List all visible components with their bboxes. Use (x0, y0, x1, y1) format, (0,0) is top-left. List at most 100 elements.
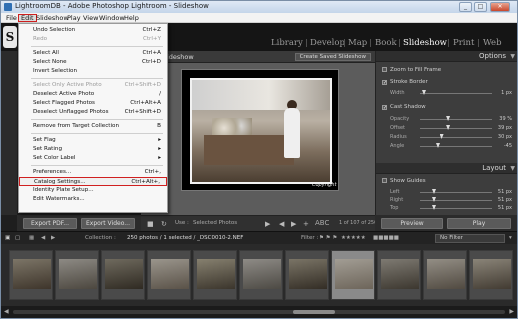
filmstrip-thumbnail[interactable] (377, 250, 421, 300)
collapse-triangle-icon[interactable]: ▼ (510, 165, 515, 172)
back-arrow-icon[interactable]: ◀ (41, 235, 45, 241)
guide-left-slider[interactable]: Left 51 px (390, 189, 512, 196)
filmstrip-thumbnail[interactable] (147, 250, 191, 300)
menu-item-catalog-settings[interactable]: Catalog Settings... Ctrl+Alt+, (19, 177, 167, 186)
maximize-button[interactable]: □ (474, 2, 487, 12)
slider-track[interactable] (420, 208, 492, 209)
shadow-offset-slider[interactable]: Offset 39 px (390, 125, 512, 132)
menu-file[interactable]: File (4, 14, 19, 22)
filter-stars-icon[interactable]: ★★★★★ (341, 235, 366, 241)
next-icon[interactable]: ▶ (291, 220, 296, 228)
slider-track[interactable] (420, 200, 492, 201)
slider-value[interactable]: 51 px (498, 205, 512, 211)
left-button-bar: Export PDF... Export Video... (17, 215, 141, 231)
menu-item-preferences[interactable]: Preferences... Ctrl+, (19, 168, 167, 177)
filter-flags-icon[interactable]: ⚑ ⚑ ⚑ (319, 235, 337, 241)
slider-track[interactable] (420, 128, 492, 129)
menu-item-select-none[interactable]: Select None Ctrl+D (19, 58, 167, 67)
filmstrip-thumbnail[interactable] (55, 250, 99, 300)
zoom-to-fill-checkbox[interactable]: Zoom to Fill Frame (382, 67, 441, 73)
menu-item-invert-selection[interactable]: Invert Selection (19, 67, 167, 76)
menu-item-set-color-label[interactable]: Set Color Label ▸ (19, 154, 167, 163)
minimize-button[interactable]: _ (459, 2, 472, 12)
previous-icon[interactable]: ◀ (279, 220, 284, 228)
slider-track[interactable] (420, 192, 492, 193)
module-map[interactable]: Map (348, 38, 367, 48)
collapse-triangle-icon[interactable]: ▼ (510, 53, 515, 60)
secondary-display-icon[interactable]: ▢ (15, 235, 20, 241)
lightroom-app-icon (4, 3, 12, 11)
play-icon[interactable]: ▶ (265, 220, 270, 228)
filmstrip-thumbnail[interactable] (9, 250, 53, 300)
module-slideshow[interactable]: Slideshow (403, 38, 447, 48)
use-selected-photos[interactable]: Selected Photos (193, 220, 237, 226)
abc-text-overlay-button[interactable]: ABC (315, 219, 329, 227)
menu-item-deselect-active-photo[interactable]: Deselect Active Photo / (19, 90, 167, 99)
options-panel-header[interactable]: Options ▼ (376, 51, 517, 62)
module-print[interactable]: Print (453, 38, 474, 48)
menu-item-undo-selection[interactable]: Undo Selection Ctrl+Z (19, 26, 167, 35)
forward-arrow-icon[interactable]: ▶ (51, 235, 55, 241)
menu-item-select-only-active-photo[interactable]: Select Only Active Photo Ctrl+Shift+D (19, 81, 167, 90)
guide-top-slider[interactable]: Top 51 px (390, 205, 512, 212)
filter-select[interactable]: No Filter (435, 234, 505, 243)
menu-item-redo[interactable]: Redo Ctrl+Y (19, 35, 167, 44)
menu-item-deselect-unflagged-photos[interactable]: Deselect Unflagged Photos Ctrl+Shift+D (19, 108, 167, 117)
play-button[interactable]: Play (447, 218, 511, 229)
slider-value[interactable]: 51 px (498, 197, 512, 203)
shadow-angle-slider[interactable]: Angle -45 (390, 143, 512, 150)
slider-value[interactable]: 51 px (498, 189, 512, 195)
guide-right-slider[interactable]: Right 51 px (390, 197, 512, 204)
menu-item-edit-watermarks[interactable]: Edit Watermarks... (19, 195, 167, 204)
filmstrip-thumbnail[interactable] (239, 250, 283, 300)
menu-item-set-rating[interactable]: Set Rating ▸ (19, 145, 167, 154)
filmstrip-thumbnail[interactable] (423, 250, 467, 300)
grid-icon[interactable]: ▦ (29, 235, 34, 241)
slider-value[interactable]: -45 (504, 143, 512, 149)
menu-play[interactable]: Play (65, 14, 83, 22)
create-saved-slideshow-button[interactable]: Create Saved Slideshow (294, 53, 371, 61)
menu-item-identity-plate-setup[interactable]: Identity Plate Setup... (19, 186, 167, 195)
menu-item-select-flagged-photos[interactable]: Select Flagged Photos Ctrl+Alt+A (19, 99, 167, 108)
filmstrip-thumbnail[interactable] (285, 250, 329, 300)
module-library[interactable]: Library (271, 38, 303, 48)
close-button[interactable]: ✕ (490, 2, 510, 12)
filter-color-labels[interactable]: ■■■■■ (373, 235, 399, 241)
slider-track[interactable] (420, 137, 492, 138)
module-web[interactable]: Web (483, 38, 502, 48)
add-icon[interactable]: + (303, 220, 309, 228)
menu-help[interactable]: Help (122, 14, 141, 22)
scroll-left-icon[interactable]: ◀ (4, 308, 9, 315)
filter-switch-icon[interactable]: ▾ (509, 235, 512, 241)
slider-track[interactable] (420, 146, 492, 147)
shadow-radius-slider[interactable]: Radius 30 px (390, 134, 512, 141)
menu-item-set-flag[interactable]: Set Flag ▸ (19, 136, 167, 145)
rotate-icon[interactable]: ↻ (161, 220, 167, 228)
preview-button[interactable]: Preview (381, 218, 443, 229)
slider-value[interactable]: 39 px (498, 125, 512, 131)
slider-value[interactable]: 30 px (498, 134, 512, 140)
filmstrip-thumbnail[interactable] (331, 250, 375, 300)
slider-track[interactable] (420, 119, 492, 120)
export-video-button[interactable]: Export Video... (81, 218, 135, 229)
module-book[interactable]: Book (375, 38, 397, 48)
filmstrip-scrollbar[interactable]: ◀ ▶ (1, 306, 517, 318)
slider-value[interactable]: 39 % (499, 116, 512, 122)
cast-shadow-checkbox[interactable]: ✓ Cast Shadow (382, 104, 426, 111)
filmstrip-thumbnail[interactable] (193, 250, 237, 300)
filmstrip-thumbnail[interactable] (101, 250, 145, 300)
shadow-opacity-slider[interactable]: Opacity 39 % (390, 116, 512, 123)
stop-icon[interactable]: ■ (147, 220, 154, 228)
menu-item-select-all[interactable]: Select All Ctrl+A (19, 49, 167, 58)
primary-display-icon[interactable]: ▣ (5, 235, 10, 241)
stroke-border-checkbox[interactable]: ✓ Stroke Border (382, 79, 428, 86)
scrollbar-thumb[interactable] (293, 310, 335, 314)
export-pdf-button[interactable]: Export PDF... (23, 218, 77, 229)
border-width-slider[interactable]: Width 1 px (390, 90, 512, 97)
layout-panel-header[interactable]: Layout ▼ (376, 163, 517, 174)
scroll-right-icon[interactable]: ▶ (509, 308, 514, 315)
filmstrip-thumbnail[interactable] (469, 250, 513, 300)
menu-item-remove-from-target-collection[interactable]: Remove from Target Collection B (19, 122, 167, 131)
show-guides-checkbox[interactable]: Show Guides (382, 178, 426, 184)
module-develop[interactable]: Develop (310, 38, 345, 48)
